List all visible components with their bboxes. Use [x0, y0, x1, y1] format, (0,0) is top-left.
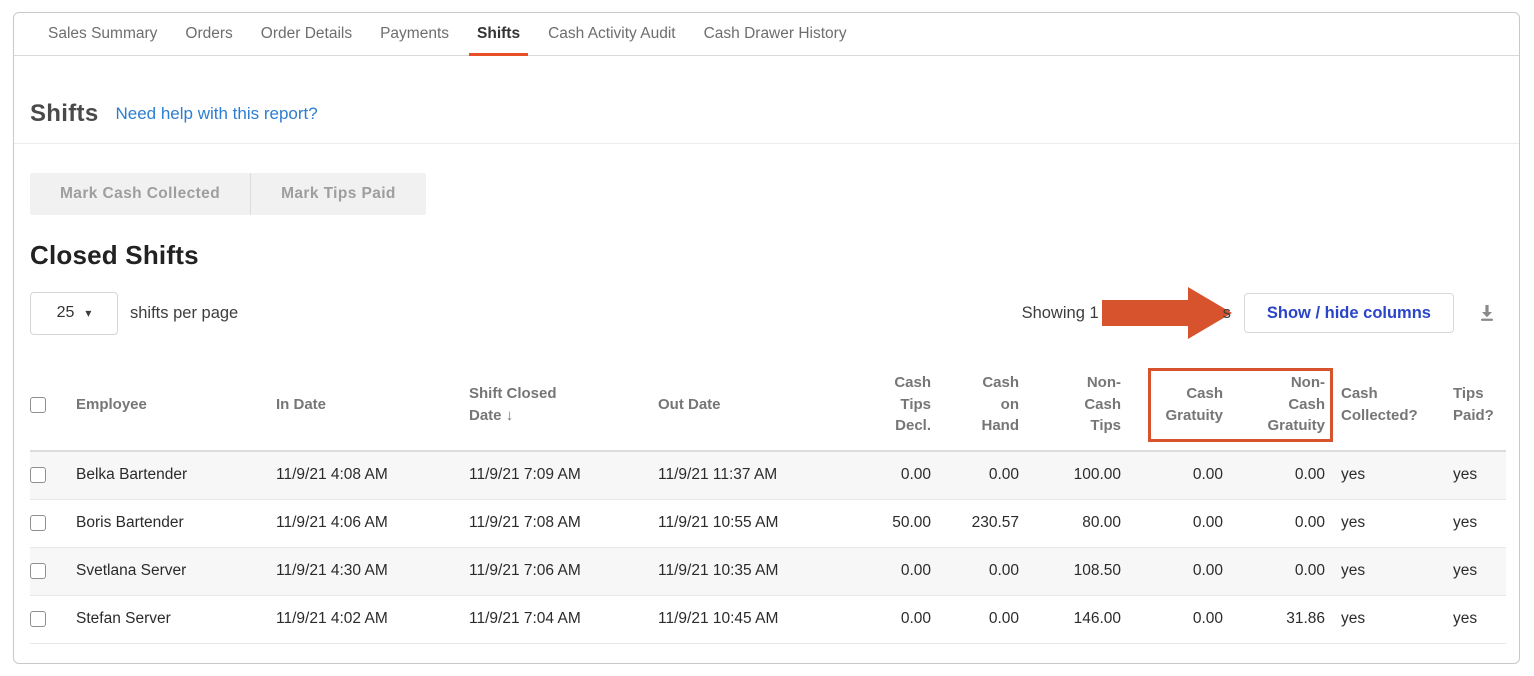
col-header-shift-closed-date[interactable]: Shift Closed Date ↓: [469, 359, 658, 451]
cell-cash-on-hand: 0.00: [931, 451, 1019, 499]
cell-cash-gratuity: 0.00: [1121, 547, 1223, 595]
cell-cash-tips-decl: 50.00: [838, 499, 931, 547]
per-page-label: shifts per page: [130, 304, 238, 323]
cell-employee: Svetlana Server: [76, 547, 276, 595]
table-row: Svetlana Server 11/9/21 4:30 AM 11/9/21 …: [30, 547, 1506, 595]
col-header-cash-collected[interactable]: Cash Collected?: [1325, 359, 1437, 451]
showing-count-text-suffix: s: [1223, 304, 1231, 323]
cell-in-date: 11/9/21 4:30 AM: [276, 547, 469, 595]
header-divider: [14, 143, 1519, 144]
row-checkbox[interactable]: [30, 515, 46, 531]
cell-tips-paid: yes: [1437, 451, 1506, 499]
cell-cash-gratuity: 0.00: [1121, 451, 1223, 499]
col-header-cash-on-hand[interactable]: Cash on Hand: [931, 359, 1019, 451]
table-row: Stefan Server 11/9/21 4:02 AM 11/9/21 7:…: [30, 595, 1506, 643]
cell-cash-tips-decl: 0.00: [838, 451, 931, 499]
select-all-header: [30, 359, 76, 451]
section-title: Closed Shifts: [30, 240, 1503, 271]
cell-shift-closed-date: 11/9/21 7:04 AM: [469, 595, 658, 643]
cell-cash-collected: yes: [1325, 499, 1437, 547]
col-header-cash-tips-decl[interactable]: Cash Tips Decl.: [838, 359, 931, 451]
cell-shift-closed-date: 11/9/21 7:09 AM: [469, 451, 658, 499]
mark-cash-collected-button[interactable]: Mark Cash Collected: [30, 173, 251, 215]
cell-non-cash-gratuity: 0.00: [1223, 499, 1325, 547]
cell-employee: Belka Bartender: [76, 451, 276, 499]
cell-out-date: 11/9/21 10:35 AM: [658, 547, 838, 595]
cell-non-cash-tips: 146.00: [1019, 595, 1121, 643]
cell-out-date: 11/9/21 11:37 AM: [658, 451, 838, 499]
tab-cash-drawer-history[interactable]: Cash Drawer History: [690, 13, 861, 55]
cell-cash-collected: yes: [1325, 595, 1437, 643]
cell-employee: Stefan Server: [76, 595, 276, 643]
cell-non-cash-tips: 108.50: [1019, 547, 1121, 595]
cell-out-date: 11/9/21 10:55 AM: [658, 499, 838, 547]
cell-cash-on-hand: 0.00: [931, 595, 1019, 643]
col-header-non-cash-tips[interactable]: Non-Cash Tips: [1019, 359, 1121, 451]
tab-orders[interactable]: Orders: [171, 13, 246, 55]
cell-non-cash-gratuity: 0.00: [1223, 547, 1325, 595]
per-page-value: 25: [57, 304, 75, 322]
report-panel: Sales Summary Orders Order Details Payme…: [13, 12, 1520, 664]
cell-cash-collected: yes: [1325, 451, 1437, 499]
tab-cash-activity-audit[interactable]: Cash Activity Audit: [534, 13, 690, 55]
select-all-checkbox[interactable]: [30, 397, 46, 413]
cell-cash-on-hand: 230.57: [931, 499, 1019, 547]
annotation-arrow-icon: [1102, 287, 1232, 339]
col-header-cash-gratuity[interactable]: Cash Gratuity: [1121, 359, 1223, 451]
tab-order-details[interactable]: Order Details: [247, 13, 366, 55]
chevron-down-icon: ▾: [85, 307, 91, 319]
cell-cash-gratuity: 0.00: [1121, 499, 1223, 547]
tab-shifts[interactable]: Shifts: [463, 13, 534, 55]
cell-cash-on-hand: 0.00: [931, 547, 1019, 595]
cell-non-cash-gratuity: 31.86: [1223, 595, 1325, 643]
closed-shifts-table: Employee In Date Shift Closed Date ↓ Out…: [30, 359, 1503, 644]
col-header-out-date[interactable]: Out Date: [658, 359, 838, 451]
row-checkbox[interactable]: [30, 611, 46, 627]
cell-employee: Boris Bartender: [76, 499, 276, 547]
cell-tips-paid: yes: [1437, 499, 1506, 547]
cell-cash-gratuity: 0.00: [1121, 595, 1223, 643]
report-tabbar: Sales Summary Orders Order Details Payme…: [14, 13, 1519, 56]
cell-cash-collected: yes: [1325, 547, 1437, 595]
cell-cash-tips-decl: 0.00: [838, 595, 931, 643]
table-header-row: Employee In Date Shift Closed Date ↓ Out…: [30, 359, 1506, 451]
per-page-select[interactable]: 25 ▾: [30, 292, 118, 335]
cell-non-cash-gratuity: 0.00: [1223, 451, 1325, 499]
cell-tips-paid: yes: [1437, 595, 1506, 643]
row-checkbox[interactable]: [30, 467, 46, 483]
col-header-in-date[interactable]: In Date: [276, 359, 469, 451]
cell-out-date: 11/9/21 10:45 AM: [658, 595, 838, 643]
mark-tips-paid-button[interactable]: Mark Tips Paid: [251, 173, 426, 215]
showing-count-text: Showing 1: [1022, 304, 1099, 323]
sort-descending-icon: ↓: [506, 407, 514, 424]
table-row: Boris Bartender 11/9/21 4:06 AM 11/9/21 …: [30, 499, 1506, 547]
tab-sales-summary[interactable]: Sales Summary: [34, 13, 171, 55]
col-header-employee[interactable]: Employee: [76, 359, 276, 451]
cell-cash-tips-decl: 0.00: [838, 547, 931, 595]
show-hide-columns-button[interactable]: Show / hide columns: [1244, 293, 1454, 333]
tab-payments[interactable]: Payments: [366, 13, 463, 55]
download-icon[interactable]: [1476, 302, 1498, 324]
col-header-non-cash-gratuity[interactable]: Non-Cash Gratuity: [1223, 359, 1325, 451]
cell-tips-paid: yes: [1437, 547, 1506, 595]
page-title: Shifts: [30, 100, 98, 128]
help-link[interactable]: Need help with this report?: [115, 104, 317, 124]
cell-in-date: 11/9/21 4:02 AM: [276, 595, 469, 643]
cell-non-cash-tips: 80.00: [1019, 499, 1121, 547]
col-header-tips-paid[interactable]: Tips Paid?: [1437, 359, 1506, 451]
cell-shift-closed-date: 11/9/21 7:08 AM: [469, 499, 658, 547]
table-row: Belka Bartender 11/9/21 4:08 AM 11/9/21 …: [30, 451, 1506, 499]
row-checkbox[interactable]: [30, 563, 46, 579]
bulk-action-buttons: Mark Cash Collected Mark Tips Paid: [30, 173, 426, 215]
cell-in-date: 11/9/21 4:08 AM: [276, 451, 469, 499]
cell-in-date: 11/9/21 4:06 AM: [276, 499, 469, 547]
cell-non-cash-tips: 100.00: [1019, 451, 1121, 499]
cell-shift-closed-date: 11/9/21 7:06 AM: [469, 547, 658, 595]
